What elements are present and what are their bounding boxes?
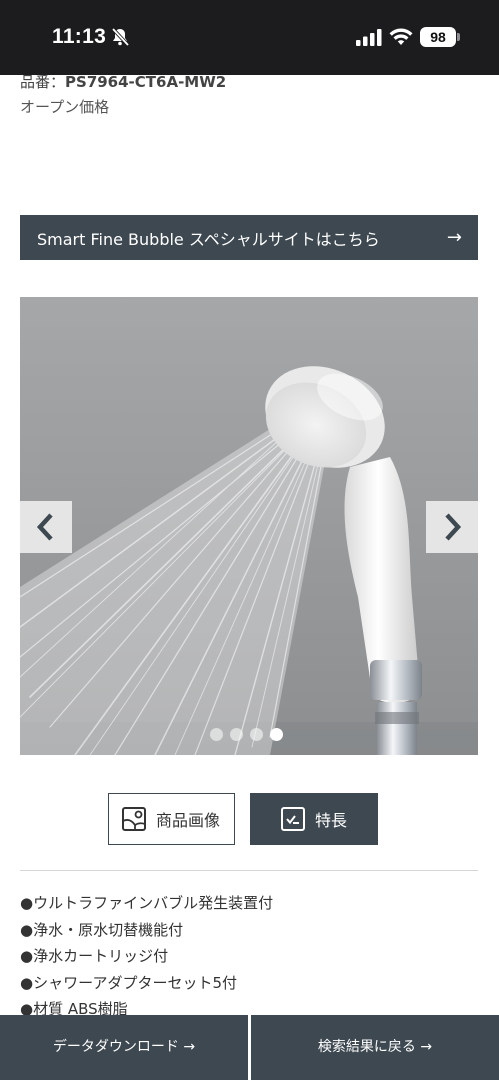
product-code-label: 品番：: [20, 73, 66, 90]
feature-item: ●シャワーアダプターセット5付: [20, 973, 238, 992]
feature-list: ●ウルトラファインバブル発生装置付 ●浄水・原水切替機能付 ●浄水カートリッジ付…: [20, 893, 273, 1018]
tab-label: 特長: [315, 811, 348, 830]
arrow-right-icon: →: [446, 227, 462, 248]
shower-head-photo: [20, 297, 478, 755]
tab-product-images[interactable]: 商品画像: [108, 793, 235, 845]
battery-indicator: 98: [420, 27, 456, 47]
feature-item: ●浄水・原水切替機能付: [20, 920, 184, 939]
carousel-dot-1[interactable]: [210, 728, 223, 741]
checklist-icon: [281, 807, 305, 831]
carousel-dot-3[interactable]: [250, 728, 263, 741]
tab-features[interactable]: 特長: [250, 793, 378, 845]
section-divider: [20, 870, 478, 871]
special-site-link[interactable]: Smart Fine Bubble スペシャルサイトはこちら →: [20, 215, 478, 260]
feature-item: ●浄水カートリッジ付: [20, 947, 169, 965]
back-to-results-button[interactable]: 検索結果に戻る →: [251, 1015, 499, 1080]
bottom-action-bar: データダウンロード → 検索結果に戻る →: [0, 1015, 499, 1080]
wifi-icon: [389, 28, 413, 45]
carousel-next-button[interactable]: [426, 501, 478, 553]
product-code: 品番：PS7964-CT6A-MW2: [20, 70, 226, 90]
status-bar: 11:13 98: [0, 0, 499, 75]
tab-label: 商品画像: [156, 811, 221, 830]
image-icon: [122, 807, 146, 831]
battery-tip: [457, 33, 460, 41]
cellular-signal-icon: [356, 29, 382, 46]
carousel-dot-2[interactable]: [230, 728, 243, 741]
carousel-dots: [210, 728, 283, 741]
feature-item: ●ウルトラファインバブル発生装置付: [20, 894, 274, 912]
chevron-left-icon: [36, 513, 53, 541]
product-image-carousel[interactable]: [20, 297, 478, 755]
carousel-prev-button[interactable]: [20, 501, 72, 553]
status-time: 11:13: [52, 25, 107, 48]
product-price: オープン価格: [20, 98, 110, 116]
chevron-right-icon: [445, 513, 462, 541]
special-site-label: Smart Fine Bubble スペシャルサイトはこちら: [37, 229, 380, 249]
carousel-dot-4[interactable]: [270, 728, 283, 741]
bell-slash-icon: [111, 27, 130, 47]
product-code-value: PS7964-CT6A-MW2: [65, 73, 227, 90]
data-download-button[interactable]: データダウンロード →: [0, 1015, 248, 1080]
